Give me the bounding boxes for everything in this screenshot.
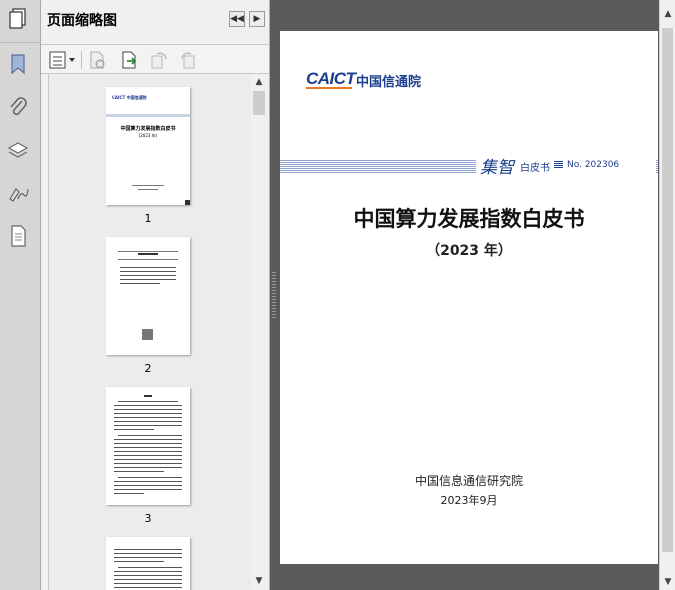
thumbnails-toolbar: [41, 44, 269, 74]
document-scrollbar[interactable]: ▲ ▼: [659, 0, 675, 590]
scrollbar-thumb[interactable]: [662, 28, 673, 552]
scroll-up-arrow-icon[interactable]: ▲: [660, 6, 675, 22]
collapse-panel-button[interactable]: ◀◀: [229, 11, 245, 27]
expand-panel-button[interactable]: ▶: [249, 11, 265, 27]
scroll-down-arrow-icon[interactable]: ▼: [251, 573, 267, 589]
panel-splitter[interactable]: [270, 0, 278, 590]
series-badge: 集智 白皮书 No. 202306: [476, 153, 656, 178]
strip-divider: [0, 42, 40, 43]
logo-orange-bar: [306, 87, 352, 89]
thumbnail-page-2[interactable]: [106, 237, 190, 355]
redo-icon[interactable]: [179, 50, 199, 70]
toolbar-separator: [81, 51, 82, 69]
scroll-up-arrow-icon[interactable]: ▲: [251, 74, 267, 90]
navigation-pane-strip: [0, 0, 41, 590]
document-publisher: 中国信息通信研究院: [414, 474, 523, 488]
bookmark-icon[interactable]: [6, 52, 30, 76]
thumbnail-page-1[interactable]: CAICT 中国信通院 中国算力发展指数白皮书 (2023 年): [106, 87, 190, 205]
page-thumbnails-panel: 页面缩略图 ◀◀ ▶ CAICT 中国信通院 中国算力发展指数白皮书 (2023…: [41, 0, 270, 590]
thumbnails-scrollbar[interactable]: ▲ ▼: [251, 74, 267, 590]
thumbnail-page-number: 2: [144, 362, 152, 375]
logo-organization: 中国信通院: [356, 75, 422, 90]
scroll-down-arrow-icon[interactable]: ▼: [660, 574, 675, 590]
series-mark: 集智: [480, 158, 514, 178]
thumbnail-list[interactable]: CAICT 中国信通院 中国算力发展指数白皮书 (2023 年) 1 2 3: [48, 74, 251, 590]
panel-title: 页面缩略图: [47, 13, 117, 29]
attachment-icon[interactable]: [6, 95, 30, 119]
document-date: 2023年9月: [440, 494, 498, 507]
options-menu-icon[interactable]: [49, 50, 77, 70]
caict-logo-text: CAICT: [306, 69, 356, 88]
thumbnail-page-number: 3: [144, 512, 152, 525]
pages-icon[interactable]: [6, 7, 30, 31]
series-label: 白皮书: [520, 163, 550, 174]
document-page: CAICT 中国信通院 集智 白皮书 No. 202306 中国算力发展指数白皮…: [280, 31, 658, 564]
content-icon[interactable]: [6, 224, 30, 248]
delete-pages-icon[interactable]: [87, 50, 107, 70]
document-subtitle: （2023 年）: [426, 243, 512, 259]
thumbnail-page-4[interactable]: [106, 537, 190, 590]
thumbnail-page-number: 1: [144, 212, 152, 225]
series-number: No. 202306: [567, 160, 620, 170]
layers-icon[interactable]: [6, 138, 30, 162]
insert-pages-icon[interactable]: [119, 50, 139, 70]
document-title: 中国算力发展指数白皮书: [353, 207, 585, 231]
thumbnail-page-3[interactable]: [106, 387, 190, 505]
signatures-icon[interactable]: [6, 181, 30, 205]
series-divider: [554, 160, 563, 168]
undo-icon[interactable]: [149, 50, 169, 70]
scrollbar-thumb[interactable]: [253, 91, 265, 115]
